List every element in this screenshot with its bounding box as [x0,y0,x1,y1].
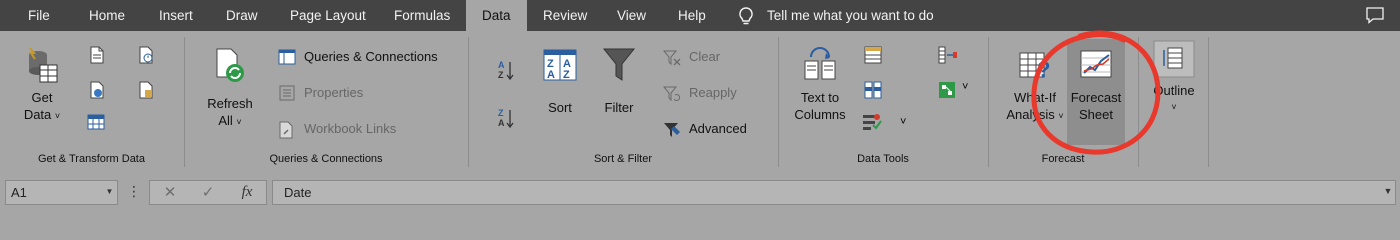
sort-icon: Z A A Z [543,49,577,81]
svg-text:Z: Z [563,69,570,81]
refresh-all-label-2: All [218,113,233,128]
queries-connections-icon [278,49,296,65]
text-to-columns-button[interactable]: Text to Columns [790,43,850,129]
tab-data[interactable]: Data [466,0,527,31]
relationships-icon[interactable] [938,81,956,99]
formula-bar-grip-icon[interactable]: ⋮ [127,180,141,205]
funnel-icon [602,48,636,81]
consolidate-icon[interactable] [938,46,958,64]
get-data-label-2: Data [23,107,52,122]
cancel-entry-icon[interactable]: ✕ [157,181,183,204]
group-label-get-transform: Get & Transform Data [38,153,145,165]
annotation-circle [1031,30,1161,155]
formula-input[interactable]: Date [272,180,1396,205]
formula-bar-buttons: ✕ ✓ fx [149,180,267,205]
insert-function-icon[interactable]: fx [234,181,260,204]
group-label-data-tools: Data Tools [857,153,909,165]
existing-connections-icon[interactable] [138,81,154,99]
tab-home[interactable]: Home [87,0,127,31]
flash-fill-icon[interactable] [864,46,882,64]
clear-filter-icon [663,50,681,66]
advanced-label: Advanced [689,121,747,136]
text-to-columns-label-1: Text to [800,90,840,105]
tab-review[interactable]: Review [541,0,589,31]
svg-text:A: A [498,118,505,128]
reapply-label: Reapply [689,85,737,100]
tab-formulas[interactable]: Formulas [392,0,452,31]
properties-icon [279,85,295,101]
properties-label: Properties [304,85,364,100]
sort-z-to-a-icon[interactable]: Z A [497,107,515,129]
group-label-sort-filter: Sort & Filter [593,153,653,165]
sort-label: Sort [548,100,572,115]
recent-sources-icon[interactable] [138,46,154,64]
sort-a-to-z-icon[interactable]: A Z [497,59,515,81]
tab-draw[interactable]: Draw [224,0,260,31]
sort-button[interactable]: Z A A Z Sort [536,43,584,123]
svg-text:A: A [498,60,505,70]
formula-bar: A1 ▼ ⋮ ✕ ✓ fx Date ▼ [0,171,1400,207]
svg-text:Z: Z [498,108,504,118]
queries-connections-label: Queries & Connections [304,49,438,64]
workbook-links-label: Workbook Links [304,121,397,136]
text-to-columns-icon [804,47,836,80]
get-data-button[interactable]: Get Data ˅ [14,43,70,129]
refresh-icon [216,48,244,82]
from-web-icon[interactable] [89,81,105,99]
tab-page-layout[interactable]: Page Layout [288,0,368,31]
group-divider [1208,37,1209,167]
chevron-down-icon: ˅ [236,117,242,127]
tell-me-text: Tell me what you want to do [767,8,934,23]
manage-data-model-dropdown-icon[interactable]: ˅ [962,81,968,93]
filter-button[interactable]: Filter [596,43,642,123]
clear-label: Clear [689,49,721,64]
get-data-label-1: Get [31,90,53,105]
group-label-queries: Queries & Connections [269,153,383,165]
database-icon [29,47,58,83]
reapply-icon [663,86,681,102]
text-to-columns-label-2: Columns [794,107,846,122]
from-text-csv-icon[interactable] [89,46,105,64]
tab-view[interactable]: View [615,0,648,31]
workbook-links-icon [279,121,293,139]
refresh-all-button[interactable]: Refresh All ˅ [201,43,259,129]
name-box-dropdown-icon[interactable]: ▼ [101,180,118,205]
filter-label: Filter [604,100,634,115]
remove-duplicates-icon[interactable] [864,81,882,99]
expand-formula-bar-icon[interactable]: ▼ [1379,180,1397,205]
ribbon-tab-bar: File Home Insert Draw Page Layout Formul… [0,0,1400,31]
data-validation-dropdown-icon[interactable]: ˅ [900,116,906,128]
comment-icon[interactable] [1366,7,1384,24]
tab-insert[interactable]: Insert [157,0,195,31]
svg-text:A: A [547,69,555,81]
tab-help[interactable]: Help [676,0,708,31]
data-validation-icon[interactable] [862,113,882,131]
svg-text:Z: Z [498,70,504,80]
ribbon: Get Data ˅ Get & Transform Data Refresh [0,31,1400,199]
advanced-filter-icon [664,123,680,137]
group-divider [778,37,779,167]
lightbulb-icon [739,7,753,25]
tab-file[interactable]: File [26,0,52,31]
confirm-entry-icon[interactable]: ✓ [195,181,221,204]
refresh-all-label-1: Refresh [207,96,253,111]
group-divider [988,37,989,167]
group-divider [468,37,469,167]
group-divider [184,37,185,167]
chevron-down-icon: ˅ [54,111,61,121]
from-table-range-icon[interactable] [87,114,105,130]
